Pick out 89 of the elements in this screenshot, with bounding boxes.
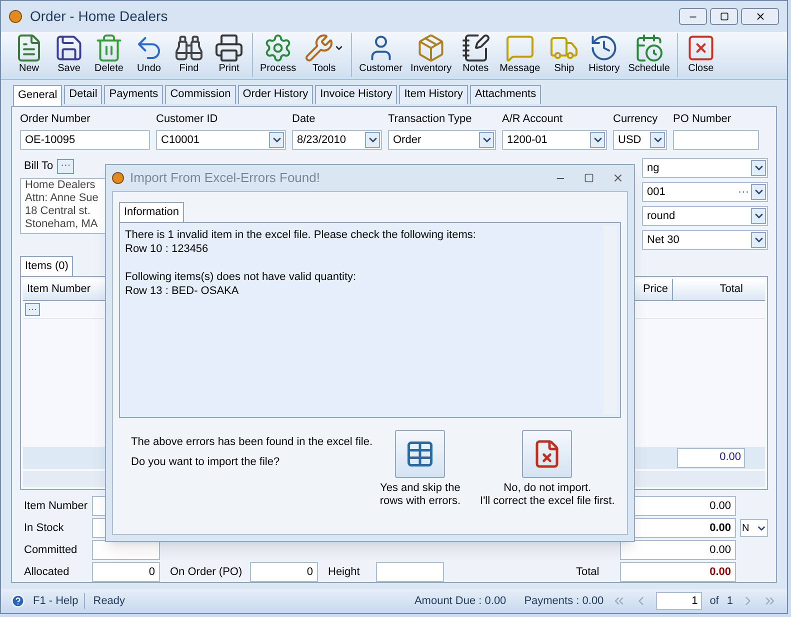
field-label: In Stock [23,520,65,536]
text-field[interactable]: 0 [250,562,318,582]
dropdown-field[interactable]: 001 ··· [642,182,768,202]
field-label: Committed [23,542,78,558]
grid-total: 0.00 [677,448,745,468]
toolbar-button[interactable]: History [584,32,624,79]
toolbar-button[interactable]: Save [49,32,89,79]
field-label: A/R Account [502,112,564,127]
schedule-icon [634,32,664,63]
help-icon [11,594,25,608]
text-field[interactable]: OE-10095 [20,130,150,150]
dropdown-field[interactable]: USD [613,130,667,150]
dropdown-field[interactable]: 1200-01 [502,130,607,150]
tab[interactable]: General [13,84,62,106]
field-label: Height [328,564,361,580]
app-icon [9,10,22,24]
text-field[interactable]: 0.00 [620,562,736,582]
page-count: 1 [726,594,733,609]
dialog-button[interactable]: Yes and skip the rows with errors. [372,430,468,508]
field-label: On Order (PO) [170,564,244,580]
tab[interactable]: Attachments [470,84,542,104]
tab[interactable]: Information [119,202,184,222]
text-field[interactable]: 0 [92,562,160,582]
tab[interactable]: Commission [165,84,236,104]
tab[interactable]: Item History [399,84,468,104]
close-icon[interactable] [612,172,624,184]
browse-button[interactable]: ··· [57,158,74,174]
field-label: Bill To [24,158,54,174]
dropdown-field[interactable]: C10001 [156,130,286,150]
field-label: Currency [613,112,659,127]
tab[interactable]: Detail [64,84,102,104]
field-label: Order Number [20,112,92,127]
field-label: Allocated [23,564,70,580]
dropdown-field[interactable]: Order [388,130,496,150]
tab[interactable]: Items (0) [20,256,74,276]
maximize-button[interactable] [710,8,738,26]
column-header[interactable]: Total [673,279,747,300]
toolbar-button[interactable]: Customer [355,32,406,79]
field-label: Total [576,564,600,580]
page-of-label: of [710,594,719,609]
amount-due: Amount Due : 0.00 [414,594,506,609]
maximize-icon[interactable] [584,173,594,183]
app-icon [112,172,124,184]
field-label: Date [292,112,316,127]
help-text[interactable]: F1 - Help [33,592,86,610]
maximize-icon [720,12,728,22]
text-field[interactable] [673,130,759,150]
dropdown-field[interactable]: ng [642,158,768,178]
text-field[interactable]: 0.00 [620,540,736,560]
close-icon [754,11,766,22]
toolbar-button[interactable]: Print [209,32,249,79]
dropdown-field[interactable]: round [642,206,768,226]
toolbar-button[interactable]: Find [169,32,209,79]
error-message: There is 1 invalid item in the excel file. Please check the following items: Row 10 : 123456 Following items(s) does not have valid quantity: Row 13 : BED- OSAKA [124,228,477,299]
field-label: Item Number [23,498,88,514]
toolbar-button[interactable]: Message [496,32,544,79]
dialog-title: Import From Excel-Errors Found! [130,169,320,188]
toolbar-button[interactable]: Schedule [624,32,674,79]
field-label: Customer ID [156,112,219,127]
browse-button[interactable]: ··· [25,303,40,316]
toolbar-button[interactable]: Inventory [406,32,456,79]
close-button[interactable] [741,8,779,26]
tab[interactable]: Invoice History [315,84,398,104]
toolbar-button[interactable]: Notes [456,32,496,79]
page-number-field[interactable]: 1 [656,592,702,610]
toolbar-button[interactable]: Delete [89,32,129,79]
tab[interactable]: Order History [238,84,314,104]
browse-button[interactable]: ··· [736,184,751,200]
text-field[interactable] [92,540,160,560]
dialog-button[interactable]: No, do not import. I'll correct the excel file first. [474,430,621,508]
field-label: Transaction Type [388,112,473,127]
dropdown-field[interactable]: N [740,519,768,538]
payments-total: Payments : 0.00 [524,594,604,609]
dropdown-field[interactable]: Net 30 [642,230,768,250]
text-field[interactable] [376,562,444,582]
toolbar-button[interactable]: Tools [300,32,348,79]
notepad-icon [460,32,491,63]
window-title: Order - Home Dealers [30,7,168,26]
toolbar-button[interactable]: Ship [544,32,584,79]
tab[interactable]: Payments [104,84,164,104]
toolbar-button[interactable]: Close [680,32,721,79]
field-label: PO Number [673,112,732,127]
dropdown-field[interactable]: 8/23/2010 [292,130,382,150]
prompt-text: The above errors has been found in the excel file. Do you want to import the file? [130,435,373,470]
printer-icon [214,32,244,63]
toolbar-button[interactable]: Undo [129,32,169,79]
toolbar-button[interactable]: New [9,32,49,79]
toolbar-button[interactable]: Process [256,32,300,79]
status-text: Ready [93,594,126,609]
